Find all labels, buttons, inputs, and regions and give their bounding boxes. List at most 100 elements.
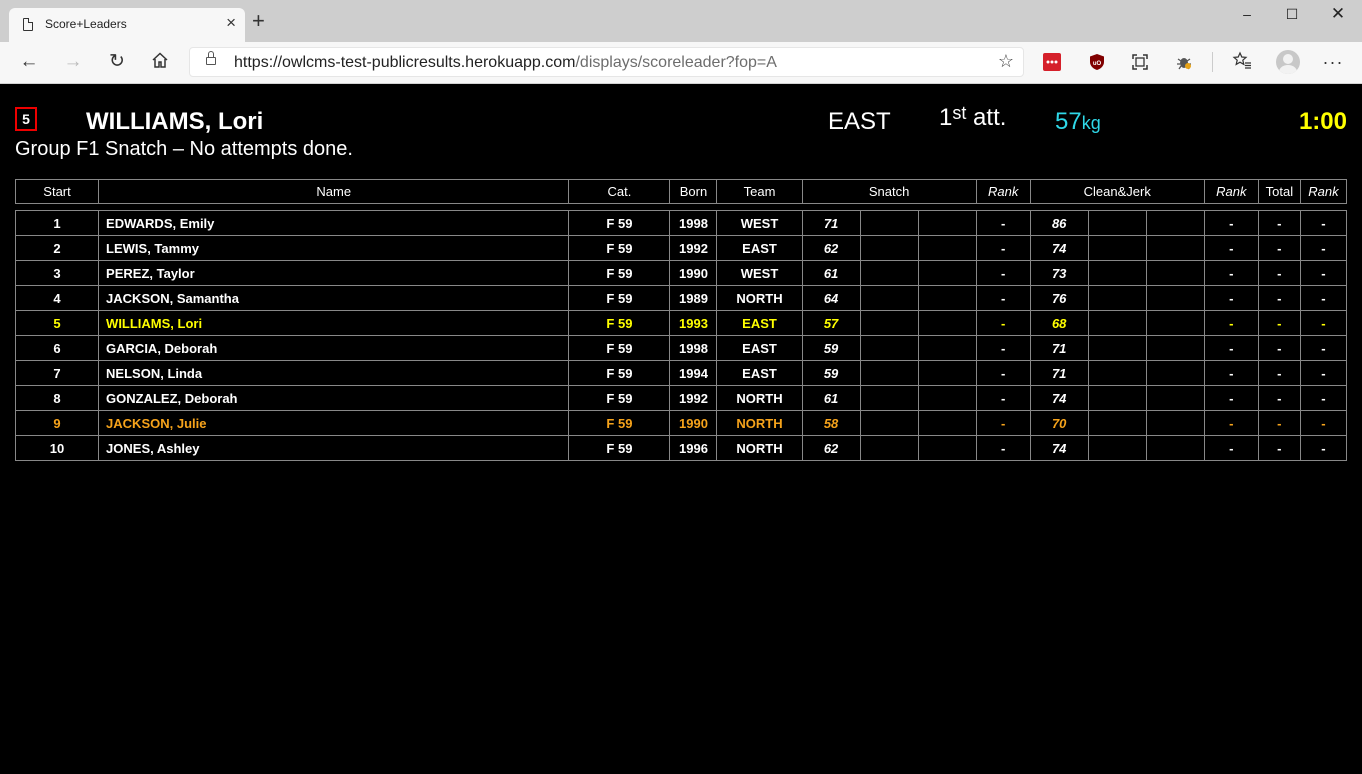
- cell-cj-1: 74: [1029, 235, 1089, 261]
- cell-snatch-3: [917, 360, 977, 386]
- tab-close-icon[interactable]: ×: [226, 13, 236, 33]
- cell-cj-1: 86: [1029, 210, 1089, 236]
- extension-lastpass-icon[interactable]: [1043, 53, 1061, 71]
- minimize-icon[interactable]: –: [1224, 6, 1270, 22]
- tab-title: Score+Leaders: [45, 17, 127, 31]
- cell-snatch-1: 64: [801, 285, 861, 311]
- cell-cj-2: [1087, 335, 1147, 361]
- cell-cj-2: [1087, 285, 1147, 311]
- cell-category: F 59: [568, 435, 671, 461]
- weight-unit: kg: [1081, 113, 1101, 133]
- new-tab-icon[interactable]: +: [252, 10, 265, 32]
- cell-total: -: [1257, 385, 1301, 411]
- cell-snatch-3: [917, 285, 977, 311]
- cell-cj-1: 74: [1029, 435, 1089, 461]
- browser-tab[interactable]: Score+Leaders ×: [9, 8, 245, 42]
- extension-screenshot-icon[interactable]: [1131, 53, 1149, 71]
- header-start: Start: [14, 179, 100, 204]
- cell-team: EAST: [716, 360, 803, 386]
- cell-total-rank: -: [1299, 210, 1348, 236]
- table-row: 1 EDWARDS, Emily F 59 1998 WEST 71-86- - -: [14, 210, 1348, 236]
- group-info: Group F1 Snatch – No attempts done.: [15, 138, 353, 160]
- cell-snatch-1: 59: [801, 335, 861, 361]
- cell-total-rank: -: [1299, 435, 1348, 461]
- cell-cj-3: [1145, 310, 1205, 336]
- cell-team: EAST: [716, 235, 803, 261]
- cell-name: JACKSON, Samantha: [98, 285, 570, 311]
- weight-value: 57: [1055, 108, 1082, 135]
- window-close-icon[interactable]: ✕: [1315, 4, 1361, 24]
- cell-name: GARCIA, Deborah: [98, 335, 570, 361]
- cell-snatch-3: [917, 335, 977, 361]
- cell-category: F 59: [568, 310, 671, 336]
- cell-total: -: [1257, 235, 1301, 261]
- cell-snatch-rank: -: [975, 210, 1031, 236]
- browser-toolbar: ← → ↻ https://owlcms-test-publicresults.…: [0, 42, 1362, 84]
- current-attempt: 1st att.: [939, 103, 1006, 132]
- cell-start: 9: [14, 410, 100, 436]
- cell-cj-2: [1087, 310, 1147, 336]
- extension-bug-icon[interactable]: [1175, 53, 1193, 71]
- cell-born: 1998: [669, 335, 718, 361]
- favorites-icon[interactable]: [1230, 51, 1254, 73]
- cell-cj-3: [1145, 235, 1205, 261]
- extension-ublock-icon[interactable]: uO: [1088, 53, 1106, 71]
- header-team: Team: [716, 179, 803, 204]
- maximize-icon[interactable]: ☐: [1269, 6, 1315, 23]
- cell-total: -: [1257, 435, 1301, 461]
- cell-snatch-rank: -: [975, 260, 1031, 286]
- cell-snatch-1: 62: [801, 435, 861, 461]
- home-icon[interactable]: [148, 51, 172, 73]
- cell-snatch-2: [859, 335, 919, 361]
- cell-total-rank: -: [1299, 360, 1348, 386]
- cell-cj-rank: -: [1203, 360, 1259, 386]
- header-cj-rank: Rank: [1203, 179, 1259, 204]
- forward-icon[interactable]: →: [61, 51, 85, 73]
- cell-cj-2: [1087, 210, 1147, 236]
- cell-snatch-rank: -: [975, 335, 1031, 361]
- cell-snatch-1: 57: [801, 310, 861, 336]
- cell-cj-rank: -: [1203, 435, 1259, 461]
- current-team: EAST: [828, 108, 891, 135]
- table-row: 2 LEWIS, Tammy F 59 1992 EAST 62-74- - -: [14, 235, 1348, 261]
- cell-cj-3: [1145, 435, 1205, 461]
- back-icon[interactable]: ←: [17, 51, 41, 73]
- cell-cj-rank: -: [1203, 260, 1259, 286]
- cell-cj-3: [1145, 260, 1205, 286]
- url-path: /displays/scoreleader?fop=A: [575, 54, 777, 71]
- cell-cj-rank: -: [1203, 335, 1259, 361]
- cell-team: NORTH: [716, 385, 803, 411]
- cell-name: JONES, Ashley: [98, 435, 570, 461]
- favorite-star-icon[interactable]: ☆: [998, 51, 1014, 72]
- cell-cj-3: [1145, 335, 1205, 361]
- cell-cj-3: [1145, 360, 1205, 386]
- cell-cj-2: [1087, 435, 1147, 461]
- cell-name: NELSON, Linda: [98, 360, 570, 386]
- cell-snatch-rank: -: [975, 385, 1031, 411]
- profile-avatar[interactable]: [1276, 50, 1300, 74]
- table-row: 4 JACKSON, Samantha F 59 1989 NORTH 64-76- - -: [14, 285, 1348, 311]
- cell-snatch-rank: -: [975, 435, 1031, 461]
- cell-cj-1: 73: [1029, 260, 1089, 286]
- more-menu-icon[interactable]: ···: [1321, 51, 1345, 73]
- cell-start: 7: [14, 360, 100, 386]
- results-table: 1 EDWARDS, Emily F 59 1998 WEST 71-86- - -2 LEWI…: [14, 210, 1348, 461]
- url-text: https://owlcms-test-publicresults.heroku…: [234, 54, 777, 72]
- cell-category: F 59: [568, 335, 671, 361]
- cell-snatch-1: 62: [801, 235, 861, 261]
- cell-total: -: [1257, 310, 1301, 336]
- header-total: Total: [1257, 179, 1301, 204]
- cell-snatch-1: 61: [801, 260, 861, 286]
- cell-born: 1992: [669, 235, 718, 261]
- table-row: 10 JONES, Ashley F 59 1996 NORTH 62-74- - -: [14, 435, 1348, 461]
- cell-total-rank: -: [1299, 285, 1348, 311]
- cell-snatch-2: [859, 310, 919, 336]
- address-bar[interactable]: https://owlcms-test-publicresults.heroku…: [189, 47, 1024, 77]
- attempt-number: 1: [939, 104, 953, 131]
- cell-snatch-2: [859, 235, 919, 261]
- cell-snatch-2: [859, 210, 919, 236]
- refresh-icon[interactable]: ↻: [105, 51, 129, 73]
- cell-snatch-2: [859, 385, 919, 411]
- results-header: Start Name Cat. Born Team Snatch Rank Cl…: [14, 179, 1348, 204]
- cell-category: F 59: [568, 210, 671, 236]
